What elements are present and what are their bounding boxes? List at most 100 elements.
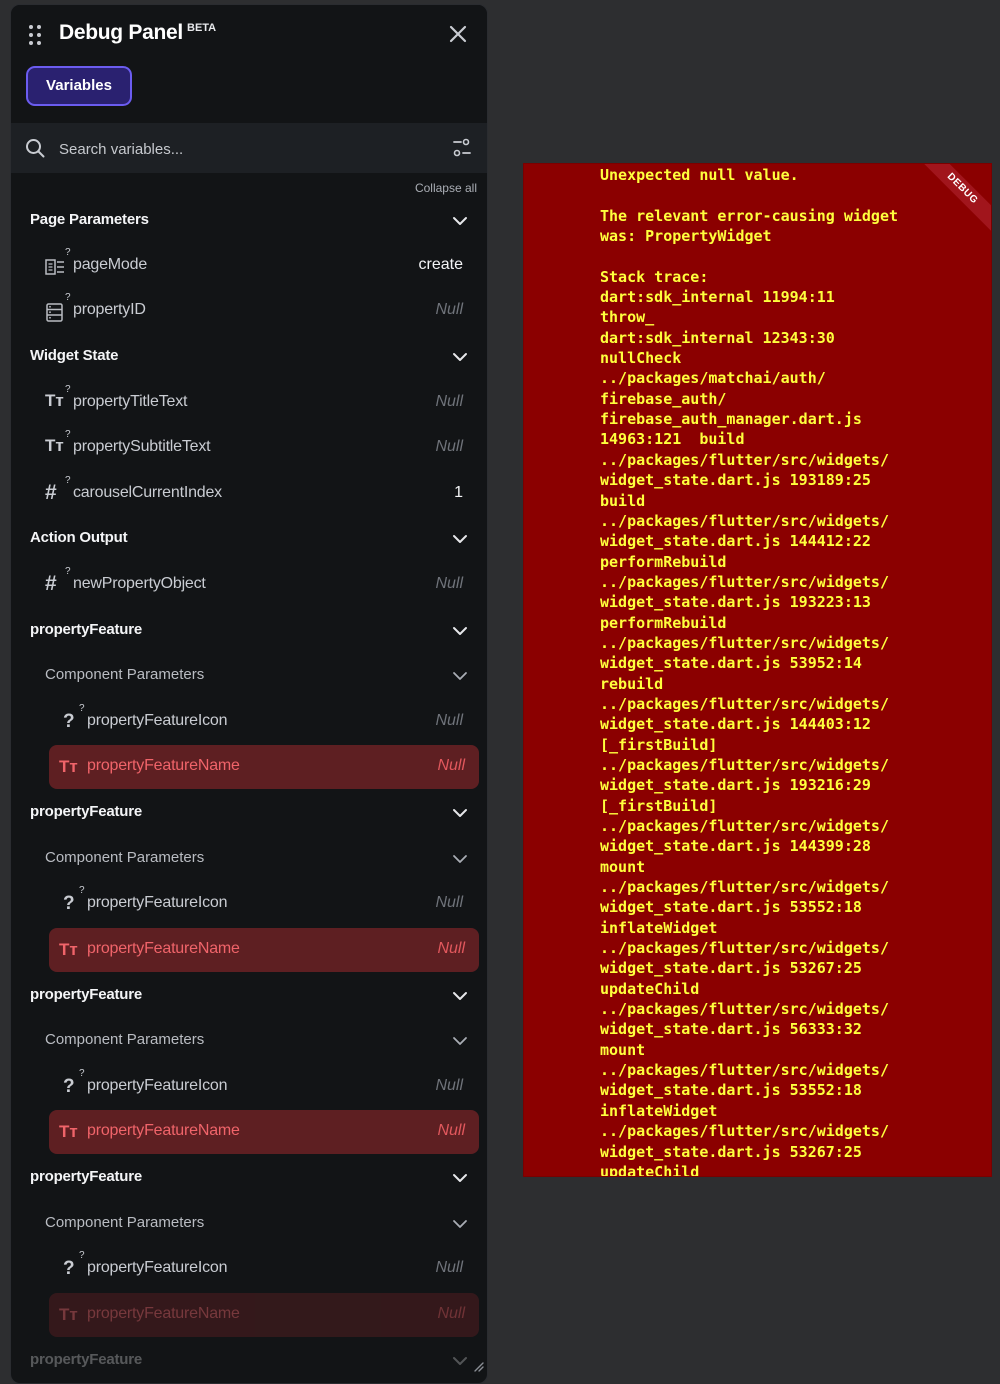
variable-value: Null	[437, 757, 465, 774]
variable-name: propertyFeatureIcon	[87, 1259, 228, 1276]
tab-variables[interactable]: Variables	[26, 66, 132, 106]
section-title: propertyFeature	[30, 1351, 143, 1368]
debug-banner: DEBUG	[911, 164, 991, 244]
nullable-marker: ?	[79, 703, 85, 714]
variable-name: propertyTitleText	[73, 393, 188, 410]
section-page-parameters[interactable]: Page Parameters	[11, 199, 487, 243]
section-property-feature[interactable]: propertyFeature	[11, 609, 487, 653]
subsection-title: Component Parameters	[45, 1031, 205, 1048]
variable-value: Null	[435, 393, 463, 410]
variable-name: propertyFeatureName	[87, 757, 240, 774]
variable-row[interactable]: Tт ? propertySubtitleText Null	[11, 426, 487, 470]
error-screen: Unexpected null value. The relevant erro…	[523, 163, 992, 1177]
subsection-component-parameters[interactable]: Component Parameters	[11, 1019, 487, 1063]
chevron-down-icon	[453, 535, 467, 543]
subsection-title: Component Parameters	[45, 666, 205, 683]
variable-row[interactable]: ? ? propertyFeatureIcon Null	[11, 1247, 487, 1291]
variable-row[interactable]: ? ? propertyFeatureIcon Null	[11, 882, 487, 926]
section-property-feature[interactable]: propertyFeature	[11, 1156, 487, 1200]
question-icon: ?	[63, 711, 75, 732]
text-type-icon: Tт	[45, 391, 64, 410]
number-icon: #	[45, 572, 57, 595]
section-widget-state[interactable]: Widget State	[11, 335, 487, 379]
section-property-feature[interactable]: propertyFeature	[11, 791, 487, 835]
variable-row[interactable]: ? propertyID Null	[11, 289, 487, 333]
text-type-icon: Tт	[59, 757, 78, 776]
variable-name: newPropertyObject	[73, 575, 206, 592]
variable-value: Null	[435, 712, 463, 729]
variable-row[interactable]: ? ? propertyFeatureIcon Null	[11, 1065, 487, 1109]
filter-icon[interactable]	[451, 137, 473, 159]
variable-value: Null	[435, 575, 463, 592]
variable-value: Null	[437, 1305, 465, 1322]
text-type-icon: Tт	[45, 436, 64, 455]
chevron-down-icon	[453, 627, 467, 635]
nullable-marker: ?	[79, 885, 85, 896]
beta-badge: BETA	[187, 22, 217, 34]
chevron-down-icon	[453, 217, 467, 225]
panel-title: Debug Panel	[59, 21, 183, 44]
nullable-marker: ?	[65, 429, 71, 440]
subsection-title: Component Parameters	[45, 849, 205, 866]
close-icon[interactable]	[445, 21, 471, 47]
section-property-feature[interactable]: propertyFeature	[11, 974, 487, 1018]
variable-name: pageMode	[73, 256, 148, 273]
debug-panel: Debug Panel BETA Variables Collapse all …	[10, 4, 488, 1384]
question-icon: ?	[63, 1076, 75, 1097]
subsection-component-parameters[interactable]: Component Parameters	[11, 654, 487, 698]
subsection-component-parameters[interactable]: Component Parameters	[11, 837, 487, 881]
resize-handle-icon[interactable]	[472, 1360, 484, 1372]
nullable-marker: ?	[79, 1068, 85, 1079]
subsection-title: Component Parameters	[45, 1214, 205, 1231]
variable-value: Null	[435, 894, 463, 911]
variable-row[interactable]: # ? carouselCurrentIndex 1	[11, 472, 487, 516]
chevron-down-icon	[453, 1357, 467, 1365]
section-title: Page Parameters	[30, 211, 149, 228]
collapse-all-button[interactable]: Collapse all	[415, 181, 477, 195]
chevron-down-icon	[453, 1174, 467, 1182]
nullable-marker: ?	[65, 292, 71, 303]
variable-row[interactable]: # ? newPropertyObject Null	[11, 563, 487, 607]
variable-row-error[interactable]: Tт propertyFeatureName Null	[49, 1293, 479, 1337]
variable-row[interactable]: ? pageMode create	[11, 244, 487, 288]
error-stack-trace: Unexpected null value. The relevant erro…	[600, 166, 899, 1177]
variable-row-error[interactable]: Tт propertyFeatureName Null	[49, 928, 479, 972]
text-type-icon: Tт	[59, 1305, 78, 1324]
section-title: propertyFeature	[30, 803, 143, 820]
variable-value: Null	[435, 438, 463, 455]
search-input[interactable]	[57, 134, 441, 164]
section-action-output[interactable]: Action Output	[11, 517, 487, 561]
question-icon: ?	[63, 1258, 75, 1279]
variable-name: propertyFeatureIcon	[87, 894, 228, 911]
drag-handle-icon[interactable]	[29, 25, 43, 47]
panel-header: Debug Panel BETA Variables	[11, 5, 487, 123]
variable-value: Null	[437, 940, 465, 957]
variable-name: propertyFeatureName	[87, 1122, 240, 1139]
question-icon: ?	[63, 893, 75, 914]
text-type-icon: Tт	[59, 940, 78, 959]
variable-row-error[interactable]: Tт propertyFeatureName Null	[49, 1110, 479, 1154]
debug-banner-label: DEBUG	[916, 164, 991, 235]
variable-value: Null	[435, 1077, 463, 1094]
chevron-down-icon	[453, 855, 467, 863]
variable-row-error[interactable]: Tт propertyFeatureName Null	[49, 745, 479, 789]
variable-name: propertySubtitleText	[73, 438, 211, 455]
search-icon	[26, 139, 45, 158]
chevron-down-icon	[453, 353, 467, 361]
variable-value: Null	[435, 301, 463, 318]
data-record-icon	[46, 303, 63, 322]
subsection-component-parameters[interactable]: Component Parameters	[11, 1202, 487, 1246]
variable-name: propertyFeatureIcon	[87, 712, 228, 729]
variable-row[interactable]: Tт ? propertyTitleText Null	[11, 381, 487, 425]
section-property-feature[interactable]: propertyFeature	[11, 1339, 487, 1383]
variable-name: propertyID	[73, 301, 146, 318]
chevron-down-icon	[453, 1220, 467, 1228]
section-title: propertyFeature	[30, 621, 143, 638]
nullable-marker: ?	[79, 1250, 85, 1261]
variable-row[interactable]: ? ? propertyFeatureIcon Null	[11, 700, 487, 744]
nullable-marker: ?	[65, 566, 71, 577]
enum-list-icon	[45, 259, 64, 275]
variable-name: propertyFeatureName	[87, 1305, 240, 1322]
chevron-down-icon	[453, 992, 467, 1000]
chevron-down-icon	[453, 1037, 467, 1045]
